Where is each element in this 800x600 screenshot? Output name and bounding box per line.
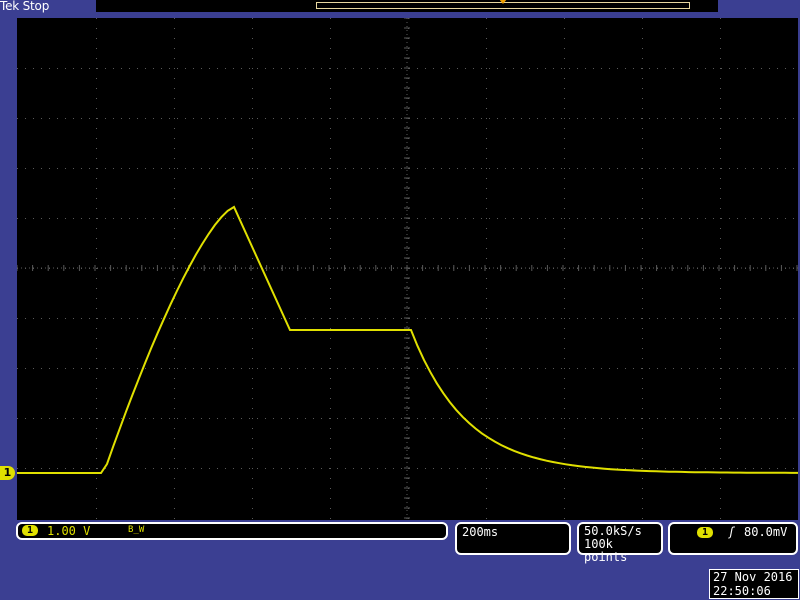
graticule (17, 18, 798, 520)
run-status-label: Tek Stop (0, 0, 50, 13)
channel1-badge: 1 (22, 525, 38, 536)
channel1-ground-marker[interactable]: 1 (0, 466, 15, 480)
trigger-position-marker-icon[interactable] (499, 0, 507, 4)
waveform-display[interactable] (17, 18, 798, 520)
trigger-source-badge: 1 (697, 527, 713, 538)
status-bar: Tek Stop (0, 0, 800, 13)
channel1-scale: 1.00 V (47, 524, 91, 538)
trigger-readout[interactable]: 1 ʃ 80.0mV (668, 522, 798, 555)
trigger-level: 80.0mV (744, 525, 788, 539)
time-label: 22:50:06 (713, 584, 771, 598)
date-label: 27 Nov 2016 (713, 570, 793, 584)
acquisition-readout[interactable]: 50.0kS/s 100k points (577, 522, 663, 564)
rising-edge-icon: ʃ (728, 525, 736, 539)
channel1-readout[interactable]: 1 1.00 V B_W (16, 522, 448, 540)
horizontal-readout[interactable]: 200ms (455, 522, 571, 555)
time-per-div: 200ms (462, 525, 499, 539)
datetime-readout: 27 Nov 2016 22:50:06 (709, 569, 799, 599)
graticule-and-trace (17, 18, 798, 520)
record-view-bar[interactable] (96, 0, 718, 12)
bandwidth-limit-icon: B_W (128, 525, 145, 535)
record-length: 100k points (584, 537, 628, 564)
